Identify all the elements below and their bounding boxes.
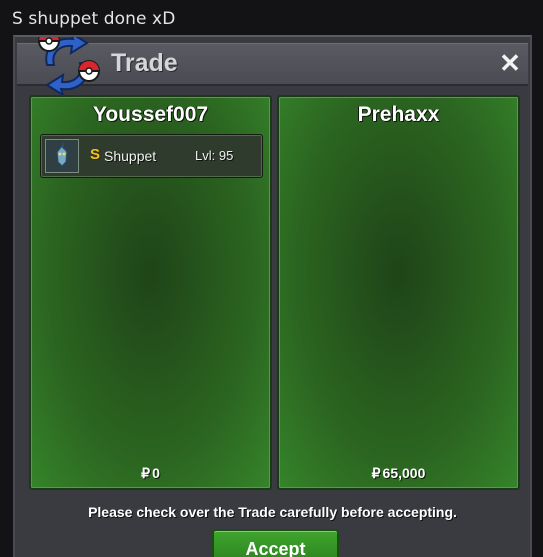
money-amount-left: 0 — [152, 465, 160, 481]
shuppet-sprite-icon — [45, 139, 79, 173]
pokemon-name: Shuppet — [104, 148, 157, 164]
accept-button[interactable]: Accept — [212, 529, 339, 557]
player-name-right: Prehaxx — [357, 103, 440, 126]
offer-panel-left: Youssef007 S Shuppet Lvl: 95 ₽0 — [29, 95, 272, 490]
offer-panel-right: Prehaxx ₽65,000 — [277, 95, 520, 490]
trade-warning-text: Please check over the Trade carefully be… — [88, 504, 457, 520]
money-amount-right: 65,000 — [382, 465, 426, 481]
trade-window: Trade ✕ Youssef007 S Shuppet Lvl: 95 ₽ 0… — [13, 35, 532, 557]
player-name-left: Youssef007 — [92, 103, 209, 126]
close-icon: ✕ — [499, 48, 521, 78]
pokedollar-icon: ₽ — [141, 465, 151, 481]
money-offer-right: ₽65,000 — [279, 465, 518, 482]
trade-item-row[interactable]: S Shuppet Lvl: 95 — [40, 134, 263, 178]
shiny-badge: S — [90, 146, 101, 163]
window-title: Trade — [111, 49, 178, 77]
pokemon-level: Lvl: 95 — [195, 148, 234, 163]
money-offer-left: ₽0 — [31, 465, 270, 482]
trade-pokeball-logo-icon — [38, 37, 100, 95]
close-button[interactable]: ✕ — [496, 47, 524, 79]
pokedollar-icon: ₽ — [371, 465, 381, 481]
post-caption: S shuppet done xD — [12, 9, 176, 29]
